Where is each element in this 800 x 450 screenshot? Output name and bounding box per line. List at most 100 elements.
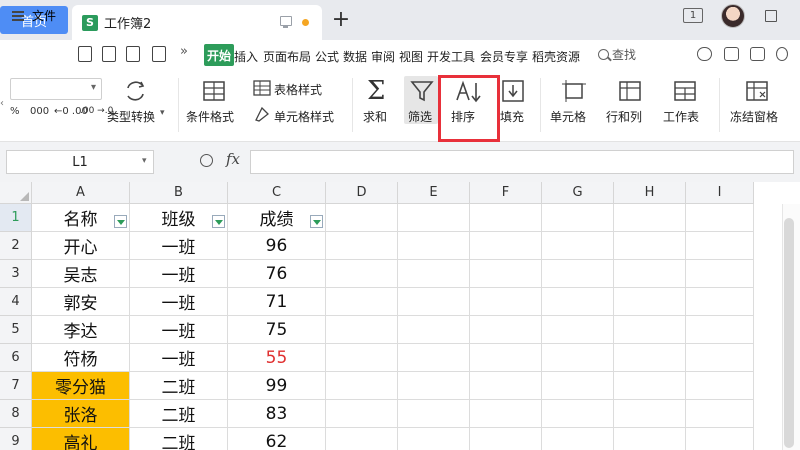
cell-f5[interactable] bbox=[470, 316, 542, 344]
cell-d9[interactable] bbox=[326, 428, 398, 450]
cell-h1[interactable] bbox=[614, 204, 686, 232]
share-icon[interactable] bbox=[750, 47, 765, 61]
formula-input[interactable] bbox=[250, 150, 794, 174]
cell-f2[interactable] bbox=[470, 232, 542, 260]
column-header-e[interactable]: E bbox=[398, 182, 470, 204]
cell-i7[interactable] bbox=[686, 372, 754, 400]
cell-h8[interactable] bbox=[614, 400, 686, 428]
cell-d5[interactable] bbox=[326, 316, 398, 344]
worksheet-button[interactable]: 工作表 bbox=[663, 108, 699, 125]
cell-d8[interactable] bbox=[326, 400, 398, 428]
cell-g6[interactable] bbox=[542, 344, 614, 372]
column-filter-dropdown-icon[interactable] bbox=[310, 215, 323, 228]
cell-g3[interactable] bbox=[542, 260, 614, 288]
new-tab-button[interactable]: + bbox=[330, 7, 352, 32]
menu-docer[interactable]: 稻壳资源 bbox=[532, 48, 580, 65]
cell-c5[interactable]: 75 bbox=[228, 316, 326, 344]
cell-b4[interactable]: 一班 bbox=[130, 288, 228, 316]
avatar[interactable] bbox=[721, 4, 745, 28]
cell-i4[interactable] bbox=[686, 288, 754, 316]
cell-a6[interactable]: 符杨 bbox=[32, 344, 130, 372]
cell-g4[interactable] bbox=[542, 288, 614, 316]
cell-c9[interactable]: 62 bbox=[228, 428, 326, 450]
cell-a7[interactable]: 零分猫 bbox=[32, 372, 130, 400]
row-header-9[interactable]: 9 bbox=[0, 428, 32, 450]
cell-e7[interactable] bbox=[398, 372, 470, 400]
name-box[interactable]: L1 bbox=[6, 150, 154, 174]
cell-h9[interactable] bbox=[614, 428, 686, 450]
menu-formula[interactable]: 公式 bbox=[315, 48, 339, 65]
cell-b9[interactable]: 二班 bbox=[130, 428, 228, 450]
row-header-3[interactable]: 3 bbox=[0, 260, 32, 288]
cell-c4[interactable]: 71 bbox=[228, 288, 326, 316]
cell-e4[interactable] bbox=[398, 288, 470, 316]
cell-e2[interactable] bbox=[398, 232, 470, 260]
select-all-corner[interactable] bbox=[0, 182, 32, 204]
menu-page-layout[interactable]: 页面布局 bbox=[263, 48, 311, 65]
cell-h7[interactable] bbox=[614, 372, 686, 400]
menu-insert[interactable]: 插入 bbox=[234, 48, 258, 65]
cell-g7[interactable] bbox=[542, 372, 614, 400]
tab-workbook[interactable]: S 工作簿2 bbox=[72, 5, 322, 40]
cell-e8[interactable] bbox=[398, 400, 470, 428]
row-header-7[interactable]: 7 bbox=[0, 372, 32, 400]
column-header-d[interactable]: D bbox=[326, 182, 398, 204]
print-preview-icon[interactable] bbox=[152, 46, 166, 62]
type-convert-dropdown-icon[interactable]: ▾ bbox=[160, 108, 165, 118]
column-header-g[interactable]: G bbox=[542, 182, 614, 204]
fill-button[interactable]: 填充 bbox=[500, 108, 524, 125]
cell-g5[interactable] bbox=[542, 316, 614, 344]
cell-e3[interactable] bbox=[398, 260, 470, 288]
export-pdf-icon[interactable] bbox=[102, 46, 116, 62]
cell-f3[interactable] bbox=[470, 260, 542, 288]
cell-c2[interactable]: 96 bbox=[228, 232, 326, 260]
cell-a4[interactable]: 郭安 bbox=[32, 288, 130, 316]
collaborate-icon[interactable] bbox=[724, 47, 739, 61]
more-chevron-icon[interactable]: » bbox=[180, 44, 188, 59]
cell-g8[interactable] bbox=[542, 400, 614, 428]
cell-b1[interactable]: 班级 bbox=[130, 204, 228, 232]
cell-c7[interactable]: 99 bbox=[228, 372, 326, 400]
cell-h6[interactable] bbox=[614, 344, 686, 372]
scrollbar-thumb[interactable] bbox=[784, 218, 794, 448]
menu-review[interactable]: 审阅 bbox=[371, 48, 395, 65]
restore-window-icon[interactable] bbox=[765, 10, 777, 22]
row-header-5[interactable]: 5 bbox=[0, 316, 32, 344]
column-header-a[interactable]: A bbox=[32, 182, 130, 204]
print-icon[interactable] bbox=[126, 46, 140, 62]
cell-h2[interactable] bbox=[614, 232, 686, 260]
cell-b5[interactable]: 一班 bbox=[130, 316, 228, 344]
row-header-6[interactable]: 6 bbox=[0, 344, 32, 372]
number-format-select[interactable] bbox=[10, 78, 102, 100]
row-header-2[interactable]: 2 bbox=[0, 232, 32, 260]
cell-f4[interactable] bbox=[470, 288, 542, 316]
freeze-panes-button[interactable]: 冻结窗格 bbox=[730, 108, 778, 125]
table-style-button[interactable]: 表格样式 bbox=[274, 81, 322, 98]
cell-c1[interactable]: 成绩 bbox=[228, 204, 326, 232]
cell-a3[interactable]: 吴志 bbox=[32, 260, 130, 288]
menu-developer[interactable]: 开发工具 bbox=[427, 48, 475, 65]
cell-i5[interactable] bbox=[686, 316, 754, 344]
cell-a2[interactable]: 开心 bbox=[32, 232, 130, 260]
cell-g1[interactable] bbox=[542, 204, 614, 232]
cell-c3[interactable]: 76 bbox=[228, 260, 326, 288]
zoom-lookup-icon[interactable] bbox=[200, 154, 213, 167]
cell-e1[interactable] bbox=[398, 204, 470, 232]
column-header-c[interactable]: C bbox=[228, 182, 326, 204]
cell-b3[interactable]: 一班 bbox=[130, 260, 228, 288]
cell-d3[interactable] bbox=[326, 260, 398, 288]
cell-d2[interactable] bbox=[326, 232, 398, 260]
cell-g9[interactable] bbox=[542, 428, 614, 450]
cell-f9[interactable] bbox=[470, 428, 542, 450]
cell-f6[interactable] bbox=[470, 344, 542, 372]
row-header-1[interactable]: 1 bbox=[0, 204, 32, 232]
column-header-b[interactable]: B bbox=[130, 182, 228, 204]
column-filter-dropdown-icon[interactable] bbox=[114, 215, 127, 228]
sum-button[interactable]: 求和 bbox=[363, 108, 387, 125]
cell-button[interactable]: 单元格 bbox=[550, 108, 586, 125]
column-header-i[interactable]: I bbox=[686, 182, 754, 204]
type-convert-button[interactable]: 类型转换 bbox=[107, 108, 155, 125]
column-header-h[interactable]: H bbox=[614, 182, 686, 204]
cell-i6[interactable] bbox=[686, 344, 754, 372]
cell-f7[interactable] bbox=[470, 372, 542, 400]
